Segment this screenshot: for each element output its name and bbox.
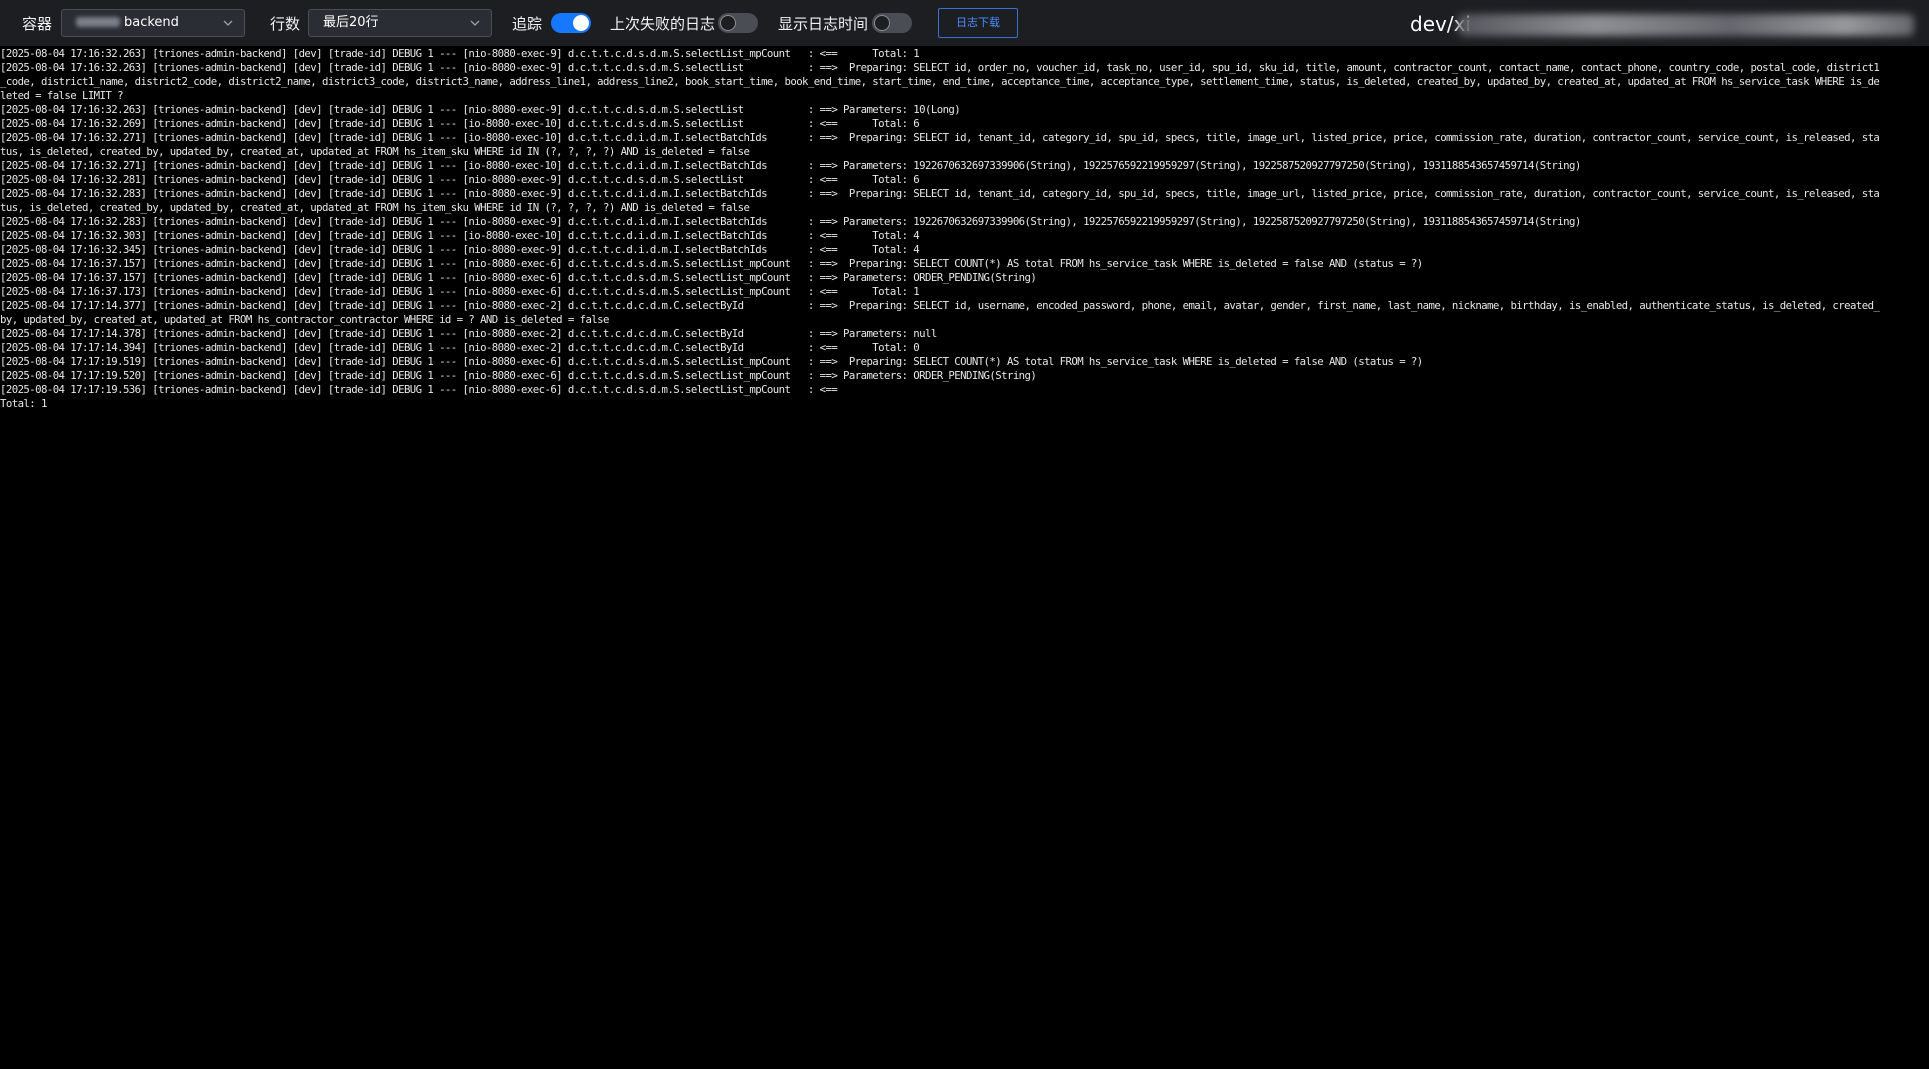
log-line: [2025-08-04 17:16:32.269] [triones-admin… bbox=[0, 117, 920, 130]
log-line: [2025-08-04 17:17:14.378] [triones-admin… bbox=[0, 327, 937, 340]
log-line: [2025-08-04 17:16:32.281] [triones-admin… bbox=[0, 173, 920, 186]
redacted-pod-path bbox=[1458, 14, 1914, 36]
chevron-down-icon bbox=[223, 20, 233, 26]
log-output[interactable]: [2025-08-04 17:16:32.263] [triones-admin… bbox=[0, 47, 1929, 1069]
show-time-label: 显示日志时间 bbox=[778, 15, 869, 33]
log-line: [2025-08-04 17:16:37.173] [triones-admin… bbox=[0, 285, 920, 298]
log-line: [2025-08-04 17:16:37.157] [triones-admin… bbox=[0, 257, 1423, 270]
follow-label: 追踪 bbox=[512, 15, 543, 33]
log-line: Total: 1 bbox=[0, 397, 47, 410]
log-line: [2025-08-04 17:16:32.263] [triones-admin… bbox=[0, 47, 920, 60]
log-line: [2025-08-04 17:16:32.263] [triones-admin… bbox=[0, 103, 961, 116]
log-line: [2025-08-04 17:17:19.519] [triones-admin… bbox=[0, 355, 1423, 368]
log-line: [2025-08-04 17:16:32.263] [triones-admin… bbox=[0, 61, 1880, 74]
log-line: leted = false LIMIT ? bbox=[0, 89, 124, 102]
log-line: [2025-08-04 17:17:14.394] [triones-admin… bbox=[0, 341, 920, 354]
log-line: by, updated_by, created_at, updated_at F… bbox=[0, 313, 609, 326]
log-line: [2025-08-04 17:16:32.303] [triones-admin… bbox=[0, 229, 920, 242]
log-line: tus, is_deleted, created_by, updated_by,… bbox=[0, 201, 750, 214]
log-line: [2025-08-04 17:16:32.345] [triones-admin… bbox=[0, 243, 920, 256]
rows-label: 行数 bbox=[270, 15, 301, 33]
log-line: [2025-08-04 17:16:32.283] [triones-admin… bbox=[0, 215, 1581, 228]
toggle-knob bbox=[720, 15, 736, 31]
log-line: tus, is_deleted, created_by, updated_by,… bbox=[0, 145, 750, 158]
chevron-down-icon bbox=[470, 20, 480, 26]
log-line: [2025-08-04 17:17:19.520] [triones-admin… bbox=[0, 369, 1037, 382]
rows-select-value: 最后20行 bbox=[323, 15, 379, 30]
download-log-button[interactable]: 日志下载 bbox=[938, 8, 1018, 38]
show-time-toggle[interactable] bbox=[872, 13, 912, 33]
container-label: 容器 bbox=[22, 15, 53, 33]
log-line: [2025-08-04 17:16:32.271] [triones-admin… bbox=[0, 131, 1880, 144]
log-line: [2025-08-04 17:17:19.536] [triones-admin… bbox=[0, 383, 838, 396]
toggle-knob bbox=[874, 15, 890, 31]
rows-select[interactable]: 最后20行 bbox=[308, 9, 492, 37]
follow-toggle[interactable] bbox=[551, 13, 591, 33]
log-line: _code, district1_name, district2_code, d… bbox=[0, 75, 1880, 88]
log-line: [2025-08-04 17:16:32.271] [triones-admin… bbox=[0, 159, 1581, 172]
container-select-value: backend bbox=[124, 15, 179, 30]
log-line: [2025-08-04 17:16:32.283] [triones-admin… bbox=[0, 187, 1880, 200]
last-failed-toggle[interactable] bbox=[718, 13, 758, 33]
log-line: [2025-08-04 17:17:14.377] [triones-admin… bbox=[0, 299, 1880, 312]
redacted-container-prefix bbox=[76, 17, 120, 27]
last-failed-label: 上次失败的日志 bbox=[610, 15, 716, 33]
log-toolbar: 容器 backend 行数 最后20行 追踪 上次失败的日志 显示日志时间 日志… bbox=[0, 0, 1929, 46]
toggle-knob bbox=[573, 15, 589, 31]
log-line: [2025-08-04 17:16:37.157] [triones-admin… bbox=[0, 271, 1037, 284]
container-select[interactable]: backend bbox=[61, 9, 245, 37]
